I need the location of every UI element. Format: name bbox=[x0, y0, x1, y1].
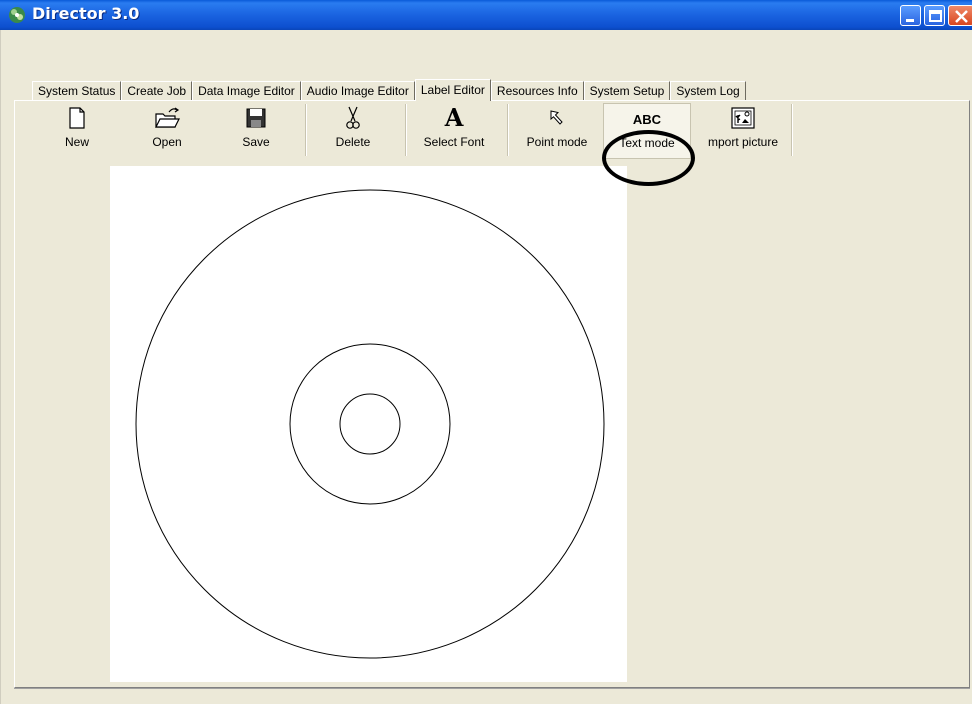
pointer-arrow-icon bbox=[547, 103, 567, 133]
delete-button[interactable]: Delete bbox=[325, 103, 381, 159]
new-button[interactable]: New bbox=[52, 103, 102, 159]
font-icon: A bbox=[445, 103, 464, 133]
new-button-label: New bbox=[64, 135, 89, 149]
floppy-disk-icon bbox=[245, 103, 267, 133]
window-frame-left bbox=[0, 30, 5, 704]
close-icon bbox=[955, 10, 968, 23]
open-folder-icon bbox=[153, 103, 181, 133]
text-mode-icon-text: ABC bbox=[632, 111, 662, 127]
tab-system-setup[interactable]: System Setup bbox=[583, 81, 671, 100]
toolbar-separator bbox=[507, 104, 509, 156]
tab-strip: System Status Create Job Data Image Edit… bbox=[32, 79, 746, 101]
open-button[interactable]: Open bbox=[142, 103, 192, 159]
toolbar-separator bbox=[405, 104, 407, 156]
tab-label-editor[interactable]: Label Editor bbox=[414, 79, 491, 101]
point-mode-button-label: Point mode bbox=[526, 135, 588, 149]
cd-hub-ring bbox=[289, 343, 451, 505]
cd-outer-ring bbox=[135, 189, 605, 659]
tab-system-status[interactable]: System Status bbox=[32, 81, 122, 100]
save-button[interactable]: Save bbox=[231, 103, 281, 159]
font-letter: A bbox=[444, 103, 464, 132]
title-bar[interactable]: Director 3.0 bbox=[0, 0, 972, 30]
window-title: Director 3.0 bbox=[32, 4, 140, 23]
import-picture-button-label: mport picture bbox=[707, 135, 779, 149]
maximize-button[interactable] bbox=[924, 5, 945, 26]
text-mode-button-label: Text mode bbox=[619, 136, 675, 150]
tab-resources-info[interactable]: Resources Info bbox=[490, 81, 584, 100]
delete-button-label: Delete bbox=[335, 135, 371, 149]
text-abc-icon: ABC bbox=[633, 104, 661, 134]
maximize-icon bbox=[929, 10, 942, 22]
scissors-icon bbox=[344, 103, 362, 133]
tab-system-log[interactable]: System Log bbox=[670, 81, 746, 100]
select-font-button-label: Select Font bbox=[423, 135, 485, 149]
tab-create-job[interactable]: Create Job bbox=[121, 81, 193, 100]
tab-audio-image-editor[interactable]: Audio Image Editor bbox=[300, 81, 415, 100]
label-canvas[interactable] bbox=[110, 166, 627, 682]
picture-icon bbox=[730, 103, 756, 133]
app-icon bbox=[9, 7, 25, 23]
close-button[interactable] bbox=[948, 5, 972, 26]
minimize-icon bbox=[906, 19, 914, 22]
save-button-label: Save bbox=[242, 135, 270, 149]
minimize-button[interactable] bbox=[900, 5, 921, 26]
toolbar-separator bbox=[305, 104, 307, 156]
select-font-button[interactable]: A Select Font bbox=[418, 103, 490, 159]
tab-data-image-editor[interactable]: Data Image Editor bbox=[192, 81, 301, 100]
point-mode-button[interactable]: Point mode bbox=[518, 103, 596, 159]
open-button-label: Open bbox=[152, 135, 182, 149]
new-document-icon bbox=[67, 103, 87, 133]
toolbar-separator bbox=[791, 104, 793, 156]
cd-label-template bbox=[135, 189, 605, 659]
cd-center-hole bbox=[339, 393, 401, 455]
text-mode-button[interactable]: ABC Text mode bbox=[603, 103, 691, 159]
panel-bottom-edge bbox=[14, 688, 970, 689]
import-picture-button[interactable]: mport picture bbox=[697, 103, 789, 159]
